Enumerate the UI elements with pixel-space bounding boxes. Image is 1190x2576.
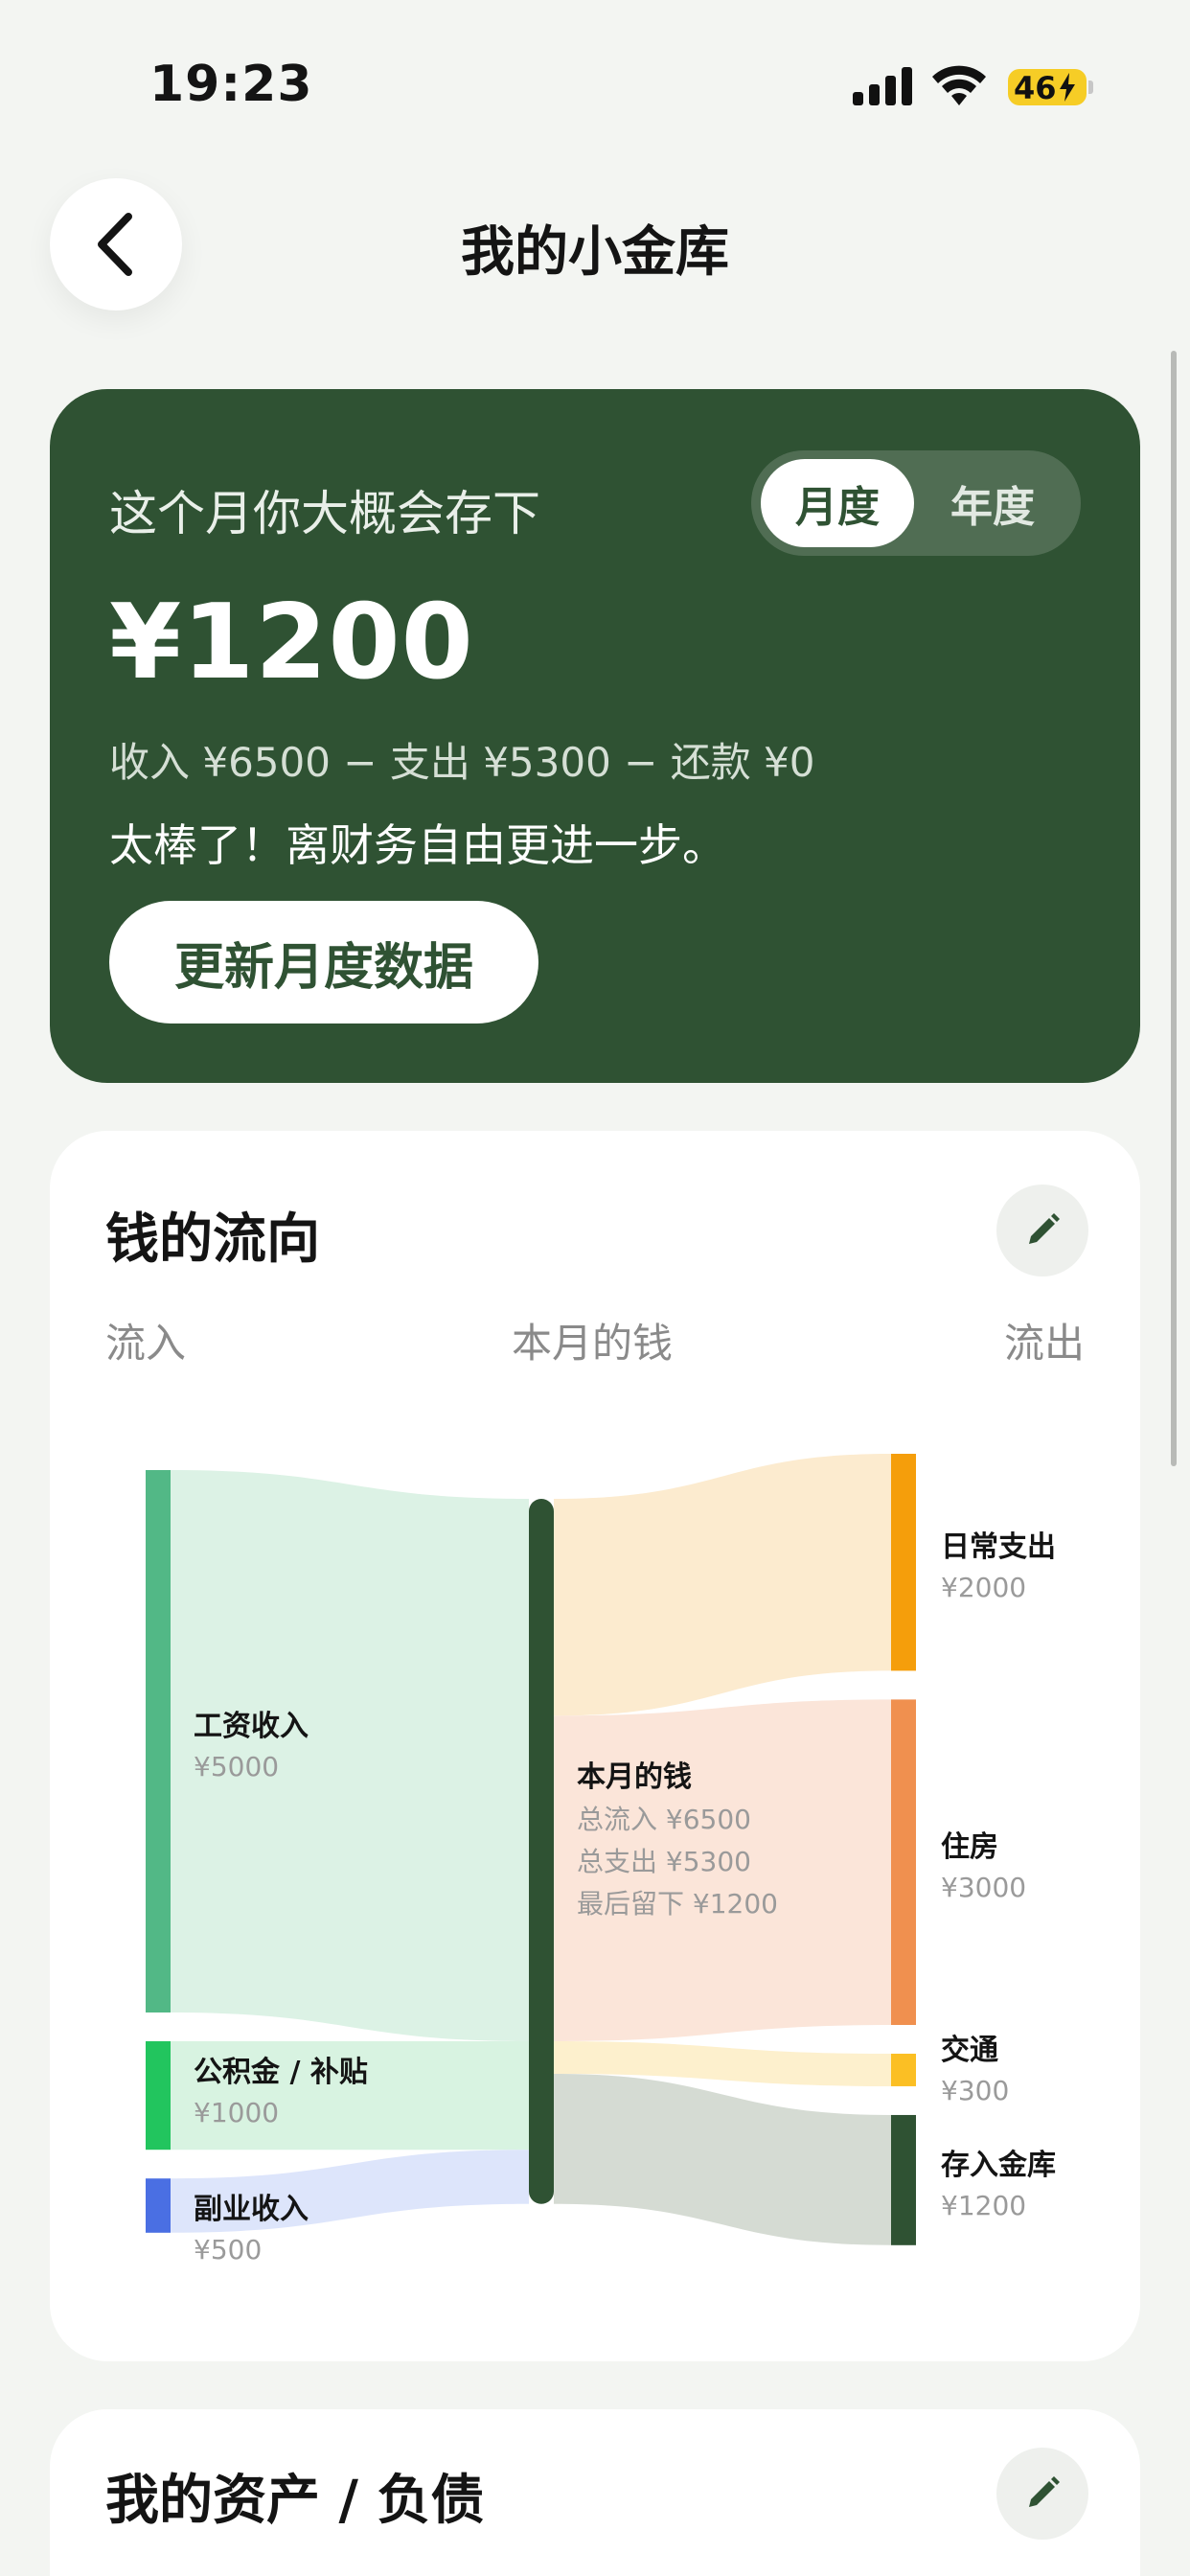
battery-tip: [1088, 80, 1093, 94]
source-node-0: [146, 1470, 171, 2012]
money-flow-card: 钱的流向 流入 本月的钱 流出 工资收入 ¥5000 公积金 / 补贴 ¥1000 副业…: [50, 1131, 1140, 2361]
pencil-icon: [1029, 2476, 1060, 2507]
target-label-0: 日常支出: [941, 1530, 1056, 1564]
encouragement-message: 太棒了！离财务自由更进一步。: [109, 819, 726, 871]
flow-band-target-3: [554, 2073, 891, 2245]
source-node-2: [146, 2178, 171, 2233]
source-node-1: [146, 2041, 171, 2150]
page-title: 我的小金库: [461, 221, 729, 284]
status-bar: 19:23 46: [0, 0, 1190, 172]
money-flow-sankey: 工资收入 ¥5000 公积金 / 补贴 ¥1000 副业收入 ¥500 本月的钱总流入 ¥6…: [146, 1454, 1056, 2266]
flow-band-target-0: [554, 1454, 891, 1716]
source-label-2: 副业收入: [194, 2193, 309, 2226]
source-label-1: 公积金 / 补贴: [194, 2056, 368, 2089]
target-value-1: ¥3000: [941, 1872, 1026, 1903]
source-value-0: ¥5000: [194, 1751, 279, 1782]
target-label-1: 住房: [941, 1830, 998, 1864]
source-label-0: 工资收入: [194, 1710, 309, 1743]
savings-summary-card: 这个月你大概会存下 月度 年度 ¥1200 收入 ¥6500 − 支出 ¥530…: [50, 389, 1140, 1083]
source-value-2: ¥500: [194, 2234, 262, 2266]
target-node-0: [891, 1454, 916, 1671]
period-toggle: 月度 年度: [751, 450, 1081, 556]
target-node-2: [891, 2054, 916, 2086]
battery-level: 46: [1014, 70, 1057, 106]
savings-amount: ¥1200: [109, 583, 474, 702]
charging-bolt-icon: [1060, 73, 1075, 102]
target-value-3: ¥1200: [941, 2190, 1026, 2221]
target-node-3: [891, 2114, 916, 2245]
target-node-1: [891, 1699, 916, 2025]
target-label-2: 交通: [941, 2034, 998, 2067]
toggle-yearly[interactable]: 年度: [916, 459, 1069, 547]
center-label: 本月的钱: [577, 1760, 692, 1794]
center-node: [529, 1499, 554, 2204]
target-value-0: ¥2000: [941, 1572, 1026, 1603]
target-value-2: ¥300: [941, 2075, 1009, 2106]
savings-formula: 收入 ¥6500 − 支出 ¥5300 − 还款 ¥0: [109, 739, 815, 786]
battery-indicator: 46: [1008, 69, 1087, 106]
center-total-in: 总流入 ¥6500: [577, 1804, 751, 1835]
center-remaining: 最后留下 ¥1200: [577, 1888, 778, 1920]
update-monthly-data-button[interactable]: 更新月度数据: [109, 901, 538, 1024]
toggle-monthly[interactable]: 月度: [761, 459, 914, 547]
assets-liabilities-card: 我的资产 / 负债: [50, 2409, 1140, 2576]
cellular-signal-icon: [853, 67, 912, 105]
wifi-icon: [932, 65, 986, 105]
status-time: 19:23: [149, 56, 313, 113]
savings-label: 这个月你大概会存下: [109, 486, 540, 541]
center-total-out: 总支出 ¥5300: [577, 1846, 751, 1877]
source-value-1: ¥1000: [194, 2097, 279, 2128]
target-label-3: 存入金库: [941, 2149, 1056, 2182]
scroll-indicator[interactable]: [1171, 351, 1177, 1466]
assets-title: 我的资产 / 负债: [105, 2470, 485, 2532]
edit-assets-button[interactable]: [996, 2448, 1088, 2540]
